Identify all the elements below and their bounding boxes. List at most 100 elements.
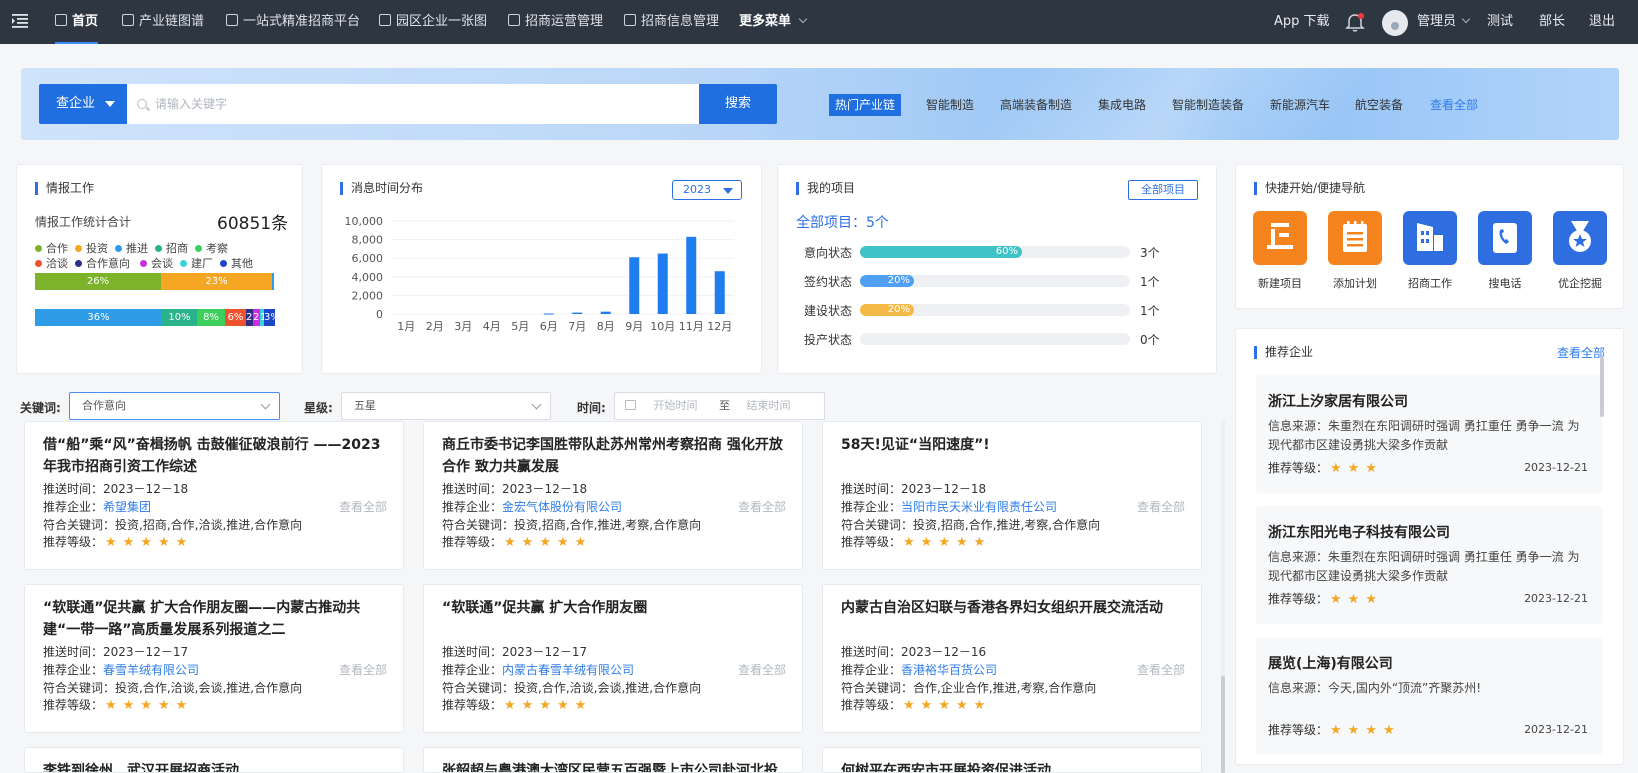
quick-new-project[interactable]: 新建项目 bbox=[1253, 211, 1307, 291]
view-all-link[interactable]: 查看全部 bbox=[738, 498, 786, 515]
nav-chain-map[interactable]: 产业链图谱 bbox=[122, 0, 204, 44]
info-icon bbox=[624, 14, 636, 26]
view-all-link[interactable]: 查看全部 bbox=[339, 661, 387, 678]
company-name[interactable]: 浙江上汐家居有限公司 bbox=[1268, 391, 1408, 411]
nav-ops-management[interactable]: 招商运营管理 bbox=[508, 0, 603, 44]
news-card[interactable]: 58天!见证“当阳速度”! 推送时间：2023－12－18 推荐企业：当阳市民天米业… bbox=[822, 421, 1202, 570]
recommend-item[interactable]: 展览(上海)有限公司 信息来源：今天,国内外“顶流”齐聚苏州! 推荐等级： ★★★★ 2… bbox=[1256, 637, 1602, 755]
hot-link-aviation[interactable]: 航空装备 bbox=[1355, 94, 1403, 116]
news-title[interactable]: “软联通”促共赢 扩大合作朋友圈 bbox=[442, 597, 788, 619]
company-link[interactable]: 香港裕华百货公司 bbox=[901, 663, 997, 677]
nav-link-test[interactable]: 测试 bbox=[1487, 0, 1513, 44]
bar-segment: 6% bbox=[225, 309, 246, 326]
news-card[interactable]: 借“船”乘“风”奋楫扬帆 击鼓催征破浪前行 ——2023年我市招商引资工作综述推… bbox=[24, 421, 404, 570]
hot-view-all-link[interactable]: 查看全部 bbox=[1430, 94, 1478, 116]
hot-link-smart-manufacturing[interactable]: 智能制造 bbox=[926, 94, 974, 116]
company-name[interactable]: 浙江东阳光电子科技有限公司 bbox=[1268, 522, 1450, 542]
recommend-item[interactable]: 浙江上汐家居有限公司 信息来源：朱重烈在东阳调研时强调 勇扛重任 勇争一流 为现代… bbox=[1256, 375, 1602, 493]
news-title[interactable]: 内蒙古自治区妇联与香港各界妇女组织开展交流活动 bbox=[841, 597, 1187, 619]
news-title[interactable]: 张韶超与粤港澳大湾区民营五百强暨上市公司赴河北投 bbox=[442, 760, 788, 772]
bar-segment: 2% bbox=[246, 309, 253, 326]
news-card[interactable]: 内蒙古自治区妇联与香港各界妇女组织开展交流活动 推送时间：2023－12－16 推荐… bbox=[822, 584, 1202, 733]
add-plan-icon bbox=[1328, 211, 1382, 265]
menu-toggle-icon[interactable] bbox=[12, 14, 28, 28]
date-range-picker[interactable]: 开始时间 至 结束时间 bbox=[614, 392, 825, 420]
news-title[interactable]: 商丘市委书记李国胜带队赴苏州常州考察招商 强化开放合作 致力共赢发展 bbox=[442, 434, 788, 478]
news-title[interactable]: 李铁到徐州、武汉开展招商活动 bbox=[43, 760, 389, 772]
view-all-link[interactable]: 查看全部 bbox=[1137, 498, 1185, 515]
recommend-scrollbar[interactable] bbox=[1600, 357, 1604, 417]
star-rating: ★★★★★ bbox=[903, 535, 992, 550]
quick-phone-search[interactable]: 搜电话 bbox=[1478, 211, 1532, 291]
news-card[interactable]: 何树平在西安市开展投资促进活动 bbox=[822, 747, 1202, 773]
keywords-value: 投资,合作,洽谈,会谈,推进,合作意向 bbox=[115, 681, 303, 695]
news-card[interactable]: “软联通”促共赢 扩大合作朋友圈——内蒙古推动共建“一带一路”高质量发展系列报道… bbox=[24, 584, 404, 733]
search-banner: 查企业 搜索 热门产业链 智能制造 高端装备制造 集成电路 智能制造装备 新能源… bbox=[21, 68, 1619, 140]
ops-icon bbox=[508, 14, 520, 26]
quick-investment-work[interactable]: 招商工作 bbox=[1403, 211, 1457, 291]
nav-more-menu[interactable]: 更多菜单 bbox=[739, 0, 808, 44]
keywords-value: 投资,合作,洽谈,会谈,推进,合作意向 bbox=[514, 681, 702, 695]
recommend-company: 推荐企业：春雪羊绒有限公司 bbox=[43, 661, 199, 678]
bell-icon[interactable] bbox=[1345, 12, 1365, 34]
news-card[interactable]: 李铁到徐州、武汉开展招商活动 bbox=[24, 747, 404, 773]
news-card[interactable]: “软联通”促共赢 扩大合作朋友圈 推送时间：2023－12－17 推荐企业：内蒙古春… bbox=[423, 584, 803, 733]
recommended-enterprises-card: 推荐企业 查看全部 浙江上汐家居有限公司 信息来源：朱重烈在东阳调研时强调 勇扛重… bbox=[1235, 328, 1624, 765]
date-start[interactable]: 开始时间 bbox=[654, 399, 698, 412]
bar-segment: 2% bbox=[253, 309, 260, 326]
hot-link-new-energy-vehicle[interactable]: 新能源汽车 bbox=[1270, 94, 1330, 116]
bar-segment: 8% bbox=[197, 309, 225, 326]
news-scrollbar-thumb[interactable] bbox=[1221, 676, 1225, 773]
recommend-view-all-link[interactable]: 查看全部 bbox=[1557, 344, 1605, 361]
nav-link-minister[interactable]: 部长 bbox=[1539, 0, 1565, 44]
search-input[interactable] bbox=[127, 84, 701, 124]
bar[interactable] bbox=[714, 271, 725, 314]
nav-park-map[interactable]: 园区企业一张图 bbox=[379, 0, 487, 44]
star-select[interactable]: 五星 bbox=[341, 392, 551, 420]
legend-label: 招商 bbox=[166, 242, 188, 255]
company-link[interactable]: 当阳市民天米业有限责任公司 bbox=[901, 500, 1057, 514]
view-all-link[interactable]: 查看全部 bbox=[738, 661, 786, 678]
recommend-item[interactable]: 浙江东阳光电子科技有限公司 信息来源：朱重烈在东阳调研时强调 勇扛重任 勇争一流 … bbox=[1256, 506, 1602, 624]
bar[interactable] bbox=[600, 311, 611, 314]
search-type-dropdown[interactable]: 查企业 bbox=[39, 84, 127, 124]
news-card[interactable]: 商丘市委书记李国胜带队赴苏州常州考察招商 强化开放合作 致力共赢发展 推送时间：2… bbox=[423, 421, 803, 570]
search-button[interactable]: 搜索 bbox=[699, 84, 777, 124]
company-link[interactable]: 金宏气体股份有限公司 bbox=[502, 500, 622, 514]
company-link[interactable]: 内蒙古春雪羊绒有限公司 bbox=[502, 663, 634, 677]
logout-link[interactable]: 退出 bbox=[1589, 0, 1615, 44]
company-link[interactable]: 希望集团 bbox=[103, 500, 151, 514]
quick-enterprise-mining[interactable]: 优企挖掘 bbox=[1553, 211, 1607, 291]
nav-info-management[interactable]: 招商信息管理 bbox=[624, 0, 719, 44]
view-all-link[interactable]: 查看全部 bbox=[339, 498, 387, 515]
company-name[interactable]: 展览(上海)有限公司 bbox=[1268, 653, 1393, 673]
date-end[interactable]: 结束时间 bbox=[747, 399, 791, 412]
company-link[interactable]: 春雪羊绒有限公司 bbox=[103, 663, 199, 677]
all-projects-button[interactable]: 全部项目 bbox=[1128, 180, 1198, 200]
recommend-date: 2023-12-21 bbox=[1524, 461, 1588, 474]
bar[interactable] bbox=[543, 313, 554, 315]
bar[interactable] bbox=[629, 257, 640, 314]
legend-dot-icon bbox=[35, 260, 42, 267]
news-title[interactable]: 何树平在西安市开展投资促进活动 bbox=[841, 760, 1187, 772]
news-card[interactable]: 张韶超与粤港澳大湾区民营五百强暨上市公司赴河北投 bbox=[423, 747, 803, 773]
user-menu[interactable]: 管理员 bbox=[1417, 0, 1471, 44]
avatar[interactable] bbox=[1382, 10, 1408, 36]
app-download-link[interactable]: App 下载 bbox=[1274, 0, 1330, 44]
news-title[interactable]: 借“船”乘“风”奋楫扬帆 击鼓催征破浪前行 ——2023年我市招商引资工作综述 bbox=[43, 434, 389, 478]
hot-link-integrated-circuit[interactable]: 集成电路 bbox=[1098, 94, 1146, 116]
nav-platform[interactable]: 一站式精准招商平台 bbox=[226, 0, 360, 44]
hot-link-smart-equipment[interactable]: 智能制造装备 bbox=[1172, 94, 1244, 116]
caret-down-icon bbox=[105, 101, 115, 107]
news-title[interactable]: “软联通”促共赢 扩大合作朋友圈——内蒙古推动共建“一带一路”高质量发展系列报道… bbox=[43, 597, 389, 641]
nav-home[interactable]: 首页 bbox=[55, 0, 99, 44]
view-all-link[interactable]: 查看全部 bbox=[1137, 661, 1185, 678]
search-icon bbox=[137, 99, 147, 109]
bar[interactable] bbox=[686, 236, 697, 314]
keyword-select[interactable]: 合作意向 bbox=[69, 392, 280, 420]
news-title[interactable]: 58天!见证“当阳速度”! bbox=[841, 434, 1187, 456]
bar[interactable] bbox=[572, 312, 583, 314]
quick-add-plan[interactable]: 添加计划 bbox=[1328, 211, 1382, 291]
bar[interactable] bbox=[657, 253, 668, 314]
hot-link-high-end-equipment[interactable]: 高端装备制造 bbox=[1000, 94, 1072, 116]
